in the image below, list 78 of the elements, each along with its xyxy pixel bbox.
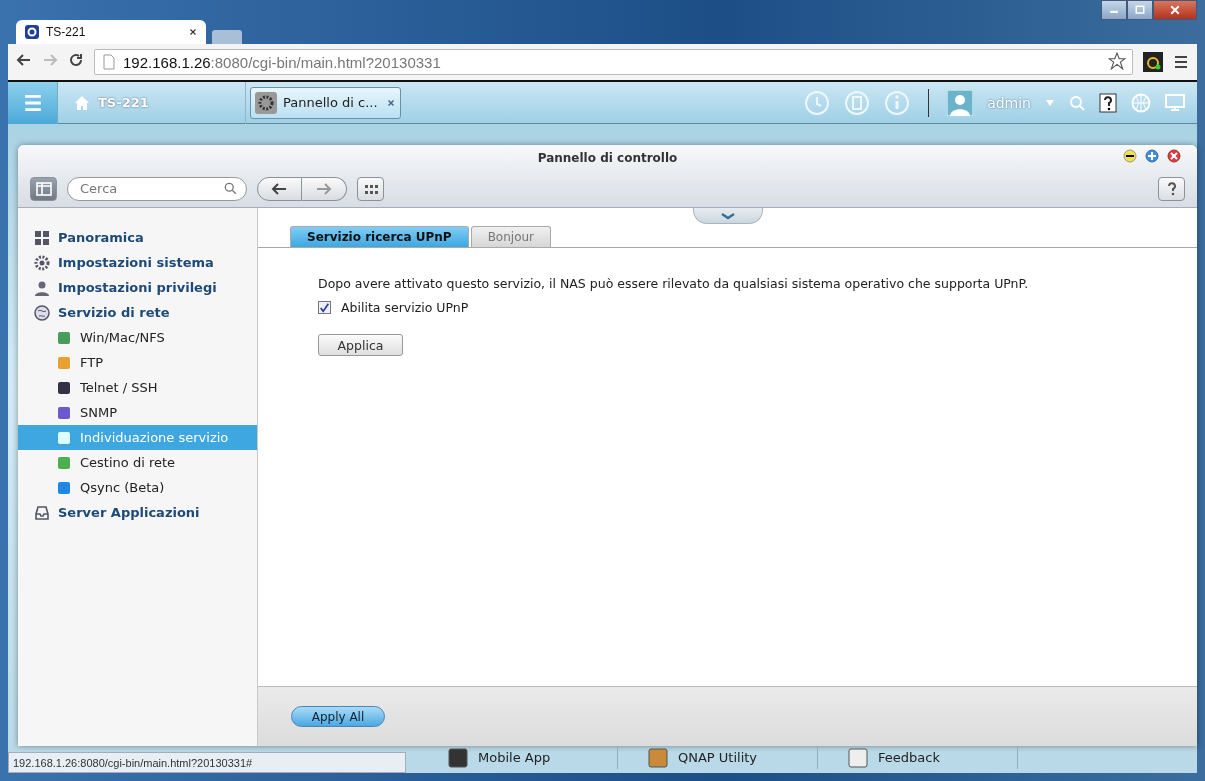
bookmark-star-icon[interactable] [1108,51,1126,73]
tab[interactable]: Servizio ricerca UPnP [290,226,469,247]
help-icon[interactable] [1099,92,1117,113]
service-icon [56,404,72,421]
user-icon [34,279,50,296]
maximize-icon [1134,4,1146,16]
apply-all-button[interactable]: Apply All [291,706,385,727]
grid-icon [34,229,50,246]
status-url: 192.168.1.26:8080/cgi-bin/main.html?20130331# [8,752,406,773]
minimize-button[interactable] [1101,0,1127,20]
search-icon [1069,94,1085,111]
close-button[interactable] [1153,0,1197,20]
service-icon [56,479,72,496]
description-text: Dopo avere attivato questo servizio, il NAS può essere rilevato da qualsiasi sistema operativo che supporta UPnP. [318,276,1030,291]
back-button[interactable] [257,176,302,201]
checkmark-icon [319,302,330,313]
checkbox-label: Abilita servizio UPnP [341,300,469,315]
maximize-icon[interactable] [1145,149,1159,163]
dock-item[interactable]: Mobile App [418,746,618,769]
service-icon [56,429,72,446]
collapse-handle[interactable] [693,208,763,224]
star-icon [1108,51,1126,70]
search-icon [224,181,238,196]
sidebar-item[interactable]: FTP [18,350,257,375]
sidebar-item[interactable]: SNMP [18,400,257,425]
globe-icon [34,304,50,321]
service-icon [56,454,72,471]
menu-button[interactable] [8,81,58,124]
avatar-icon [947,89,974,116]
forward-arrow-icon [315,181,333,196]
service-icon [56,379,72,396]
tray-icon [34,504,50,521]
close-icon [386,97,396,108]
sidebar-toggle-button[interactable] [30,176,57,201]
service-icon [56,354,72,371]
tab[interactable]: Bonjour [470,226,552,247]
apply-button[interactable]: Applica [318,334,403,356]
close-icon [188,27,198,37]
app-logo-icon [24,24,40,40]
dock-item[interactable]: Feedback [818,746,1018,769]
app-icon [848,747,868,768]
page-icon [101,54,117,70]
extension-icon [1143,52,1163,72]
menu-icon [1173,54,1189,70]
apps-button[interactable] [357,176,384,201]
service-icon [56,329,72,346]
chevron-down-icon [720,210,736,221]
app-icon [648,747,668,768]
app-icon [448,747,468,768]
browser-tab[interactable]: TS-221 [16,20,206,44]
sidebar-item[interactable]: Server Applicazioni [18,500,257,525]
close-icon [1169,4,1181,16]
minimize-icon[interactable] [1123,149,1137,163]
sidebar-item[interactable]: Impostazioni sistema [18,250,257,275]
back-arrow-icon [16,52,32,68]
sidebar-item[interactable]: Panoramica [18,225,257,250]
help-button[interactable] [1158,176,1185,201]
app-tab[interactable]: Pannello di c... [250,86,401,119]
close-icon[interactable] [1167,149,1181,163]
search-field[interactable]: Cerca [67,176,247,201]
sidebar-item[interactable]: Telnet / SSH [18,375,257,400]
reload-icon [68,52,84,68]
maximize-button[interactable] [1127,0,1153,20]
sidebar-item[interactable]: Win/Mac/NFS [18,325,257,350]
layout-icon [35,180,52,197]
checkbox[interactable] [318,301,331,314]
forward-arrow-icon [42,52,58,68]
home-icon [74,94,90,111]
dock-item[interactable]: QNAP Utility [618,746,818,769]
sidebar-item[interactable]: Qsync (Beta) [18,475,257,500]
sidebar-item[interactable]: Cestino di rete [18,450,257,475]
caret-down-icon [1045,97,1055,108]
menu-icon [22,92,43,113]
back-arrow-icon [270,181,289,196]
address-bar[interactable]: 192.168.1.26:8080/cgi-bin/main.html?20130331 [94,49,1133,75]
sidebar-item[interactable]: Servizio di rete [18,300,257,325]
sidebar-item[interactable]: Impostazioni privilegi [18,275,257,300]
window-title: Pannello di controllo [537,150,678,165]
